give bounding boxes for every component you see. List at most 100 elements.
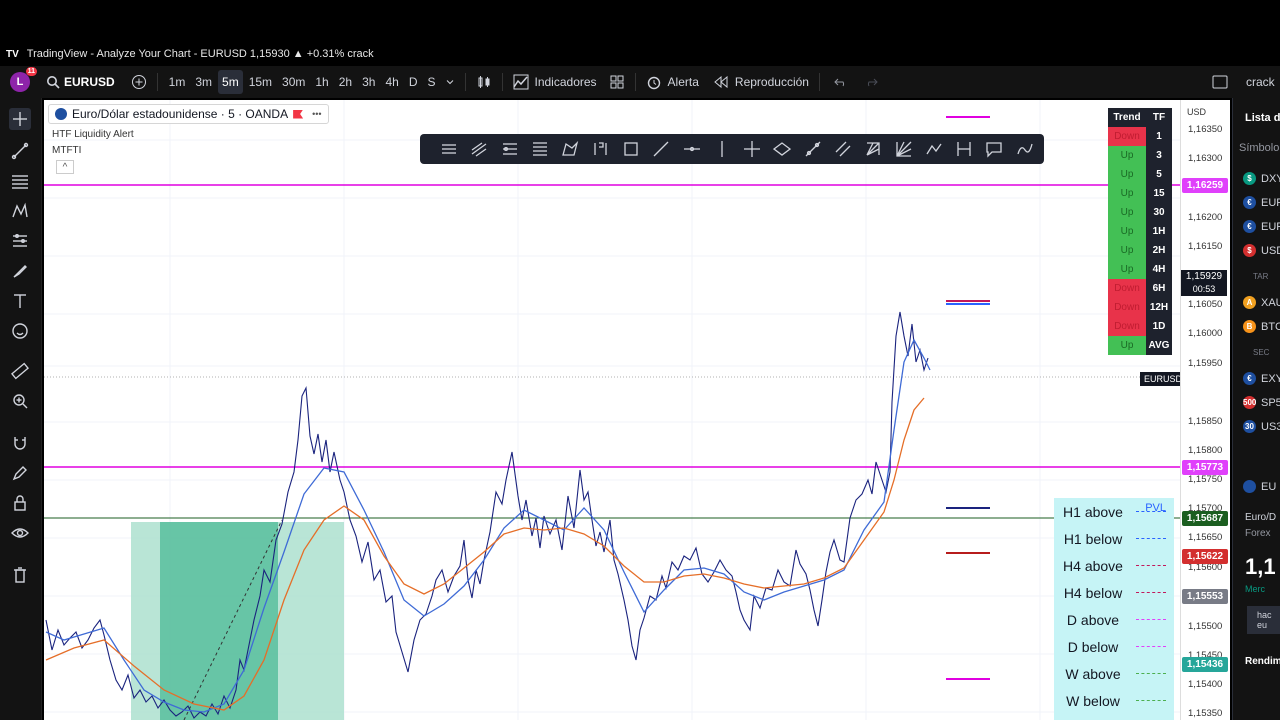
undo-button[interactable] [830,70,852,94]
watchlist-item[interactable]: 500 SP5 [1243,396,1280,409]
draw-tool-16[interactable] [888,136,918,162]
interval-5m[interactable]: 5m [218,70,243,94]
flag-marker-icon[interactable] [293,109,304,119]
interval-2h[interactable]: 2h [335,70,356,94]
interval-1h[interactable]: 1h [311,70,332,94]
avatar[interactable]: L 11 [10,67,37,92]
draw-tool-11[interactable] [737,136,767,162]
draw-tool-1[interactable] [434,136,464,162]
draw-tool-18[interactable] [949,136,979,162]
brush-tool[interactable] [9,260,31,282]
symbol-legend[interactable]: Euro/Dólar estadounidense · 5 · OANDA ••… [48,104,329,124]
interval-S[interactable]: S [423,70,439,94]
alert-button[interactable]: Alerta [642,70,703,94]
zoom-tool[interactable] [9,390,31,412]
notification-badge: 11 [25,67,37,76]
interval-3m[interactable]: 3m [191,70,216,94]
draw-tool-9[interactable] [676,136,706,162]
grid-icon [610,75,624,89]
price-level-tag[interactable]: 1,15773 [1182,460,1228,475]
trend-row: Up 2H [1108,241,1172,260]
draw-tool-19[interactable] [979,136,1009,162]
draw-tool-7[interactable] [616,136,646,162]
watchlist-item[interactable]: € EUR [1243,220,1280,233]
draw-tool-17[interactable] [919,136,949,162]
layout-name[interactable]: crack [1242,70,1279,94]
price-level-tag[interactable]: 1,15436 [1182,657,1228,672]
currency-label[interactable]: USD [1187,107,1206,117]
more-options-button[interactable]: ••• [312,109,321,119]
draw-tool-12[interactable] [767,136,797,162]
interval-15m[interactable]: 15m [245,70,276,94]
redo-button[interactable] [860,70,882,94]
price-level-tag[interactable]: 1,15687 [1182,511,1228,526]
watchlist-item-label: EUR [1261,220,1280,233]
indicators-button[interactable]: Indicadores [509,70,601,94]
prediction-tool[interactable] [9,230,31,252]
draw-tool-20[interactable] [1010,136,1040,162]
stay-drawing-tool[interactable] [9,462,31,484]
trend-line-tool[interactable] [9,140,31,162]
watchlist-item[interactable]: € EUR [1243,196,1280,209]
watchlist-item[interactable]: 30 US3 [1243,420,1280,433]
price-level-tag[interactable]: 1,15553 [1182,589,1228,604]
interval-1m[interactable]: 1m [165,70,190,94]
replay-button[interactable]: Reproducción [709,70,813,94]
indicator-htf-liquidity[interactable]: HTF Liquidity Alert [52,129,329,140]
fib-tool[interactable] [9,170,31,192]
price-axis[interactable]: USD 1,163501,163001,162501,162001,161501… [1180,100,1230,720]
draw-tool-14[interactable] [828,136,858,162]
performance-title: Rendim [1245,656,1280,667]
collapse-indicators-button[interactable]: ^ [56,160,74,174]
lock-tool[interactable] [9,492,31,514]
crosshair-tool[interactable] [9,108,31,130]
chart-pane[interactable]: Euro/Dólar estadounidense · 5 · OANDA ••… [44,100,1180,720]
remove-drawings-tool[interactable] [9,564,31,586]
visibility-tool[interactable] [9,522,31,544]
interval-30m[interactable]: 30m [278,70,309,94]
compare-symbol-button[interactable] [127,70,151,94]
symbol-search-button[interactable]: EURUSD [42,70,119,94]
draw-tool-15[interactable] [858,136,888,162]
draw-tool-3[interactable] [495,136,525,162]
watchlist-search[interactable]: Símbolo [1239,142,1279,154]
draw-tool-13[interactable] [798,136,828,162]
interval-D[interactable]: D [405,70,422,94]
price-level-tag[interactable]: 1,16259 [1182,178,1228,193]
draw-tool-10[interactable] [707,136,737,162]
watchlist-item[interactable]: $ USD [1243,244,1280,257]
draw-tool-6[interactable] [585,136,615,162]
watchlist-section[interactable]: SEC [1253,348,1269,357]
watchlist-item[interactable]: B BTC [1243,320,1280,333]
emoji-tool[interactable] [9,320,31,342]
magnet-tool[interactable] [9,432,31,454]
trend-value: Up [1108,222,1146,241]
eur-flag-icon [1243,480,1256,493]
promo-banner[interactable]: hac eu [1247,606,1280,634]
current-price: 1,15929 [1185,271,1223,282]
chart-type-button[interactable] [472,70,496,94]
price-tick: 1,16150 [1188,241,1223,252]
measure-tool[interactable] [9,360,31,382]
interval-4h[interactable]: 4h [381,70,402,94]
draw-tool-4[interactable] [525,136,555,162]
draw-tool-2[interactable] [464,136,494,162]
layouts-button[interactable] [605,70,629,94]
draw-tool-8[interactable] [646,136,676,162]
watchlist-item[interactable]: A XAU [1243,296,1280,309]
price-level-tag[interactable]: 1,15622 [1182,549,1228,564]
pattern-tool[interactable] [9,200,31,222]
watchlist-section[interactable]: TAR [1253,272,1268,281]
interval-3h[interactable]: 3h [358,70,379,94]
detail-header[interactable]: EU [1243,480,1276,493]
level-label: D above [1066,611,1120,628]
trend-row: Down 12H [1108,298,1172,317]
price-chart[interactable] [44,100,1180,720]
interval-dropdown[interactable] [441,70,459,94]
draw-tool-5[interactable] [555,136,585,162]
fullscreen-button[interactable] [1208,70,1232,94]
watchlist-item[interactable]: € EXY [1243,372,1280,385]
text-tool[interactable] [9,290,31,312]
indicator-mtfti[interactable]: MTFTI [52,145,329,156]
watchlist-item[interactable]: $ DXY [1243,172,1280,185]
